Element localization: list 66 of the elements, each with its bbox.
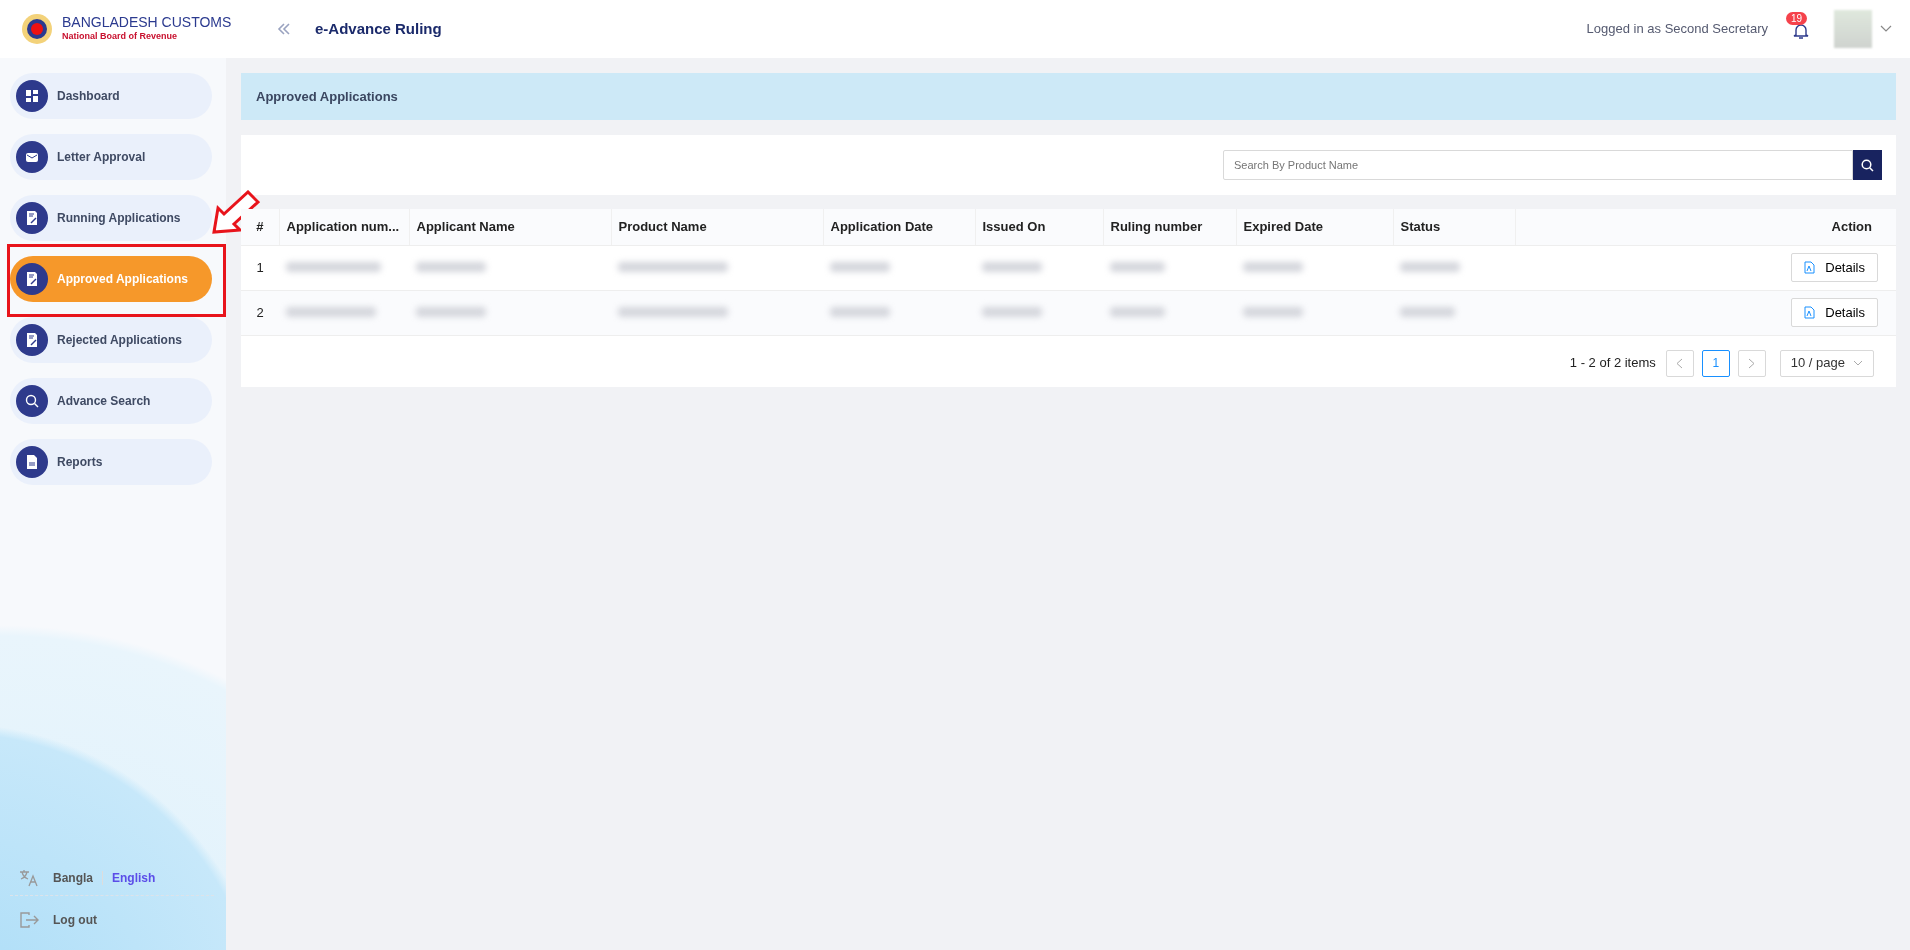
blurred-text bbox=[1243, 306, 1303, 317]
page-title-banner: Approved Applications bbox=[241, 73, 1896, 120]
app-title: e-Advance Ruling bbox=[315, 18, 442, 39]
sidebar-item[interactable]: Advance Search bbox=[10, 378, 212, 424]
document-pen-icon bbox=[24, 332, 40, 348]
column-header: Product Name bbox=[618, 219, 707, 234]
row-number: 1 bbox=[256, 259, 264, 275]
sidebar-item[interactable]: Rejected Applications bbox=[10, 317, 212, 363]
pdf-document-icon bbox=[1804, 306, 1816, 319]
pagination-summary: 1 - 2 of 2 items bbox=[1569, 354, 1656, 373]
sidebar-item[interactable]: Running Applications bbox=[10, 195, 212, 241]
chevron-right-icon bbox=[1748, 357, 1756, 369]
column-header: Expired Date bbox=[1243, 219, 1323, 234]
column-header: Application num... bbox=[286, 219, 400, 234]
logo-subtitle: National Board of Revenue bbox=[62, 29, 179, 43]
column-header: Status bbox=[1400, 219, 1441, 234]
blurred-text bbox=[830, 306, 890, 317]
page-size-select[interactable]: 10 / page bbox=[1779, 349, 1874, 377]
sidebar-item[interactable]: Dashboard bbox=[10, 73, 212, 119]
search-icon bbox=[24, 393, 40, 409]
emblem-logo-icon bbox=[20, 12, 54, 46]
blurred-text bbox=[1400, 261, 1460, 272]
blurred-text bbox=[1400, 306, 1455, 317]
pdf-document-icon bbox=[1804, 261, 1816, 274]
blurred-text bbox=[982, 306, 1042, 317]
document-pen-icon bbox=[24, 271, 40, 287]
blurred-text bbox=[1243, 261, 1303, 272]
language-option[interactable]: English bbox=[112, 868, 156, 887]
search-icon bbox=[1861, 158, 1874, 172]
row-number: 2 bbox=[256, 304, 264, 320]
blurred-text bbox=[1110, 261, 1165, 272]
blurred-text bbox=[416, 306, 486, 317]
column-header: Ruling number bbox=[1110, 219, 1203, 234]
column-header: Action bbox=[1831, 219, 1872, 234]
language-option[interactable]: Bangla bbox=[53, 868, 93, 887]
document-icon bbox=[24, 454, 40, 470]
logged-in-text: Logged in as Second Secretary bbox=[1586, 20, 1768, 39]
chevron-left-icon bbox=[1676, 357, 1684, 369]
bell-icon[interactable] bbox=[1793, 22, 1809, 40]
next-page-button[interactable] bbox=[1737, 349, 1766, 377]
dashboard-grid-icon bbox=[24, 88, 40, 104]
translate-icon bbox=[19, 868, 39, 887]
document-pen-icon bbox=[24, 210, 40, 226]
blurred-text bbox=[1110, 306, 1165, 317]
sidebar-item[interactable]: Letter Approval bbox=[10, 134, 212, 180]
previous-page-button[interactable] bbox=[1665, 349, 1694, 377]
sidebar-item[interactable]: Reports bbox=[10, 439, 212, 485]
avatar-placeholder[interactable] bbox=[1834, 10, 1872, 48]
search-button[interactable] bbox=[1853, 150, 1882, 180]
column-header: Applicant Name bbox=[416, 219, 515, 234]
column-header: Issued On bbox=[982, 219, 1046, 234]
blurred-text bbox=[982, 261, 1042, 272]
logout-icon[interactable] bbox=[19, 911, 39, 929]
column-header: # bbox=[256, 219, 264, 234]
blurred-text bbox=[416, 261, 486, 272]
search-field[interactable]: Search By Product Name bbox=[1223, 150, 1853, 180]
chevron-down-icon[interactable] bbox=[1880, 25, 1892, 33]
logo-title: BANGLADESH CUSTOMS bbox=[62, 14, 232, 30]
chevron-down-icon bbox=[1853, 360, 1863, 366]
logout-link[interactable]: Log out bbox=[53, 911, 97, 929]
collapse-sidebar-icon[interactable] bbox=[277, 22, 291, 36]
blurred-text bbox=[830, 261, 890, 272]
notification-count: 19 bbox=[1786, 12, 1808, 25]
details-button[interactable]: Details bbox=[1791, 253, 1878, 282]
details-button[interactable]: Details bbox=[1791, 298, 1878, 327]
column-header: Application Date bbox=[830, 219, 934, 234]
